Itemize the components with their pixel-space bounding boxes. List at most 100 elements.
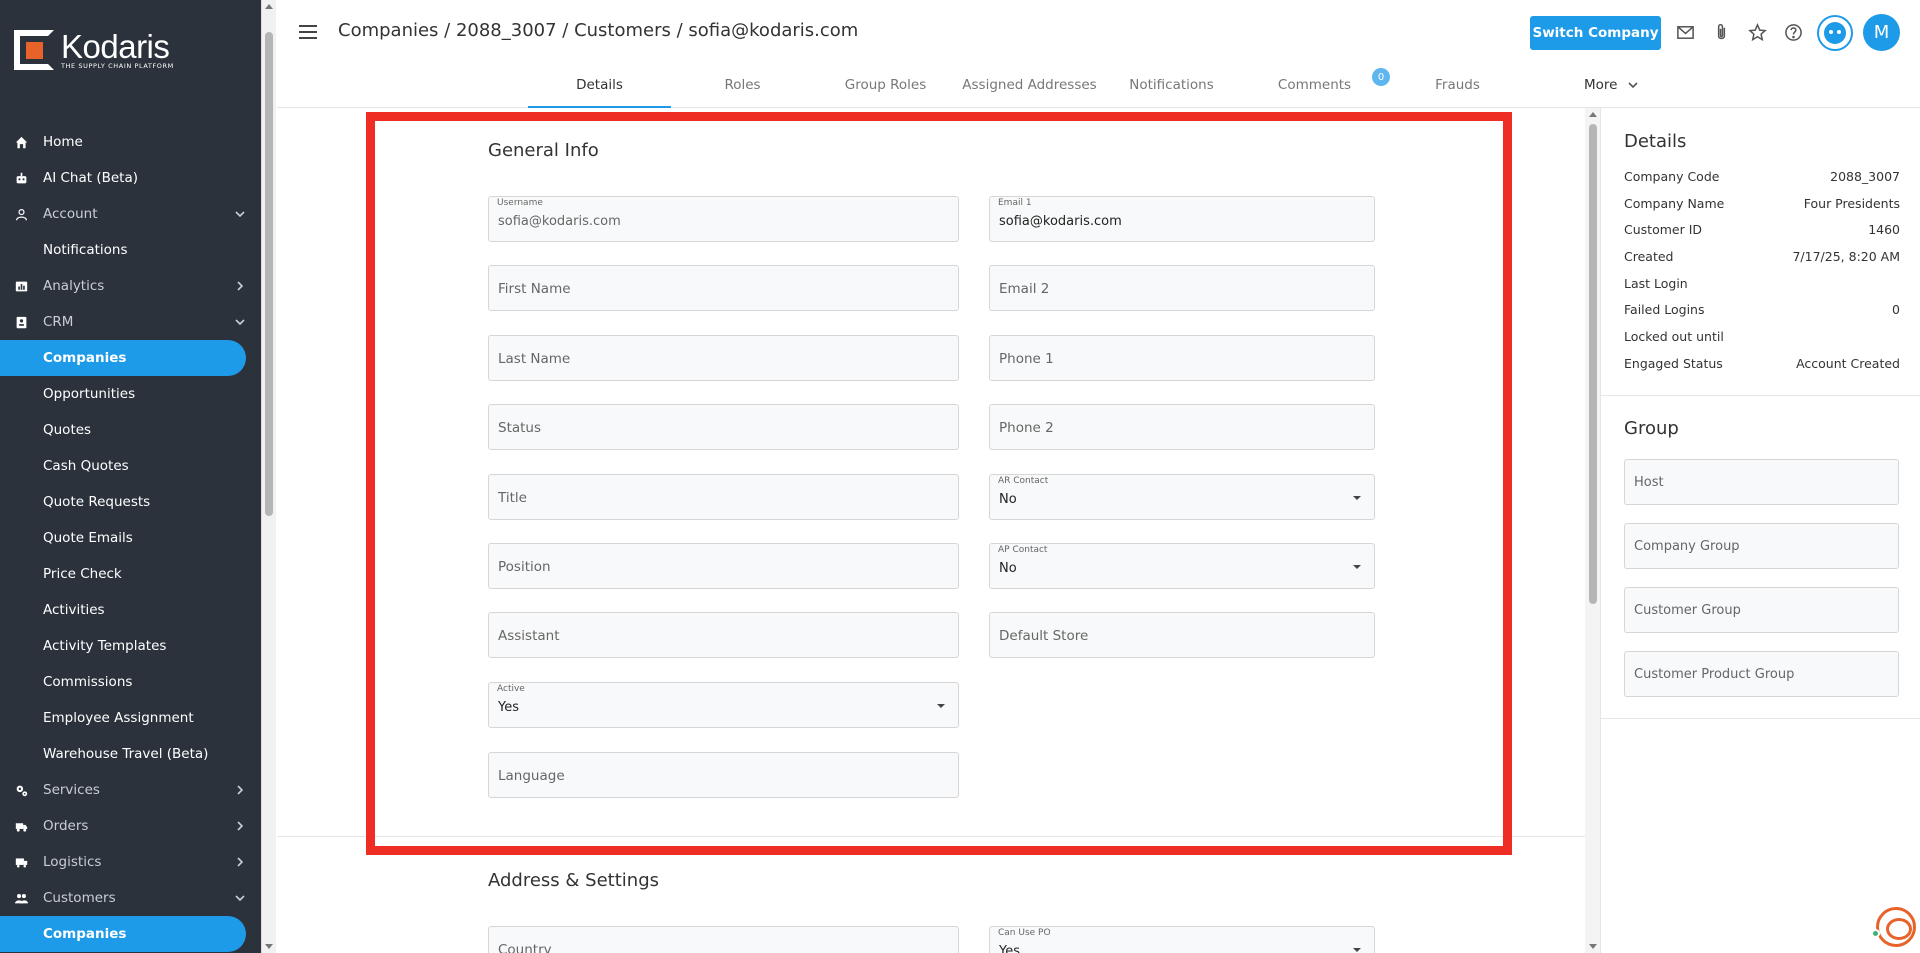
email1-field[interactable]: Email 1 sofia@kodaris.com xyxy=(989,196,1375,242)
tab-group-roles[interactable]: Group Roles xyxy=(814,64,957,108)
can-use-po-select[interactable]: Can Use PO Yes xyxy=(989,926,1375,953)
detail-key: Company Name xyxy=(1624,196,1725,211)
sidebar-item-home[interactable]: Home xyxy=(0,124,250,160)
default-store-field[interactable]: Default Store xyxy=(989,612,1375,658)
sidebar-item-activities[interactable]: Activities xyxy=(0,592,250,628)
sidebar-item-price-check[interactable]: Price Check xyxy=(0,556,250,592)
tab-assigned-addresses[interactable]: Assigned Addresses xyxy=(958,64,1101,108)
scroll-thumb[interactable] xyxy=(265,32,273,516)
can-use-po-label: Can Use PO xyxy=(998,928,1051,938)
username-field[interactable]: Username sofia@kodaris.com xyxy=(488,196,959,242)
sidebar-item-cash-quotes[interactable]: Cash Quotes xyxy=(0,448,250,484)
detail-row: Company Code 2088_3007 xyxy=(1624,169,1900,184)
assistant-field[interactable]: Assistant xyxy=(488,612,959,658)
tab-notifications[interactable]: Notifications xyxy=(1100,64,1243,108)
scroll-down-icon[interactable] xyxy=(1589,944,1597,949)
kodaris-logo[interactable]: Kodaris THE SUPPLY CHAIN PLATFORM xyxy=(14,30,174,70)
sidebar-item-quotes[interactable]: Quotes xyxy=(0,412,250,448)
paperclip-icon[interactable] xyxy=(1710,21,1732,43)
sidebar-item-label: Orders xyxy=(43,818,89,834)
sidebar-item-warehouse-travel[interactable]: Warehouse Travel (Beta) xyxy=(0,736,250,772)
sidebar-item-customers[interactable]: Customers xyxy=(0,880,250,916)
last-name-placeholder: Last Name xyxy=(498,351,571,367)
ap-contact-label: AP Contact xyxy=(998,545,1048,555)
scroll-down-icon[interactable] xyxy=(265,944,273,949)
tab-roles[interactable]: Roles xyxy=(671,64,814,108)
sidebar-item-crm[interactable]: CRM xyxy=(0,304,250,340)
dropdown-arrow-icon xyxy=(1353,565,1361,569)
scroll-up-icon[interactable] xyxy=(265,4,273,9)
scroll-thumb[interactable] xyxy=(1589,124,1597,604)
title-field[interactable]: Title xyxy=(488,474,959,520)
sidebar-item-customer-companies[interactable]: Companies xyxy=(0,916,246,952)
sidebar-item-label: Activity Templates xyxy=(43,638,167,654)
username-value: sofia@kodaris.com xyxy=(498,214,621,229)
tab-frauds[interactable]: Frauds xyxy=(1386,64,1529,108)
logo-mark-icon xyxy=(14,30,54,70)
scroll-up-icon[interactable] xyxy=(1589,112,1597,117)
host-placeholder: Host xyxy=(1634,475,1664,490)
host-field[interactable]: Host xyxy=(1624,459,1899,505)
sidebar-item-employee-assignment[interactable]: Employee Assignment xyxy=(0,700,250,736)
sidebar-item-label: Opportunities xyxy=(43,386,136,402)
sidebar-item-companies[interactable]: Companies xyxy=(0,340,246,376)
last-name-field[interactable]: Last Name xyxy=(488,335,959,381)
sidebar-item-opportunities[interactable]: Opportunities xyxy=(0,376,250,412)
tab-comments[interactable]: Comments xyxy=(1243,64,1386,108)
ai-assistant-button[interactable] xyxy=(1817,15,1853,51)
phone1-field[interactable]: Phone 1 xyxy=(989,335,1375,381)
sidebar-item-notifications[interactable]: Notifications xyxy=(0,232,250,268)
email2-field[interactable]: Email 2 xyxy=(989,265,1375,311)
country-field[interactable]: Country xyxy=(488,926,959,953)
ar-contact-select[interactable]: AR Contact No xyxy=(989,474,1375,520)
sidebar-item-analytics[interactable]: Analytics xyxy=(0,268,250,304)
detail-key: Failed Logins xyxy=(1624,302,1705,317)
chevron-down-icon xyxy=(234,892,246,904)
sidebar-item-services[interactable]: Services xyxy=(0,772,250,808)
sidebar-item-activity-templates[interactable]: Activity Templates xyxy=(0,628,250,664)
customer-product-group-field[interactable]: Customer Product Group xyxy=(1624,651,1899,697)
sidebar-item-quote-requests[interactable]: Quote Requests xyxy=(0,484,250,520)
breadcrumb: Companies / 2088_3007 / Customers / sofi… xyxy=(338,20,859,41)
sidebar-item-label: Home xyxy=(43,134,83,150)
company-group-field[interactable]: Company Group xyxy=(1624,523,1899,569)
sidebar-item-label: AI Chat (Beta) xyxy=(43,170,139,186)
main-scrollbar[interactable] xyxy=(1585,108,1600,953)
menu-icon[interactable] xyxy=(299,25,317,39)
sidebar-item-ai-chat[interactable]: AI Chat (Beta) xyxy=(0,160,250,196)
sidebar-nav: Home AI Chat (Beta) Account Notification… xyxy=(0,124,261,952)
detail-row: Customer ID 1460 xyxy=(1624,222,1900,237)
address-settings-title: Address & Settings xyxy=(488,870,659,891)
active-select[interactable]: Active Yes xyxy=(488,682,959,728)
sidebar-item-orders[interactable]: Orders xyxy=(0,808,250,844)
help-icon[interactable] xyxy=(1782,21,1804,43)
details-sidebar: Details Company Code 2088_3007 Company Na… xyxy=(1600,108,1920,953)
phone2-field[interactable]: Phone 2 xyxy=(989,404,1375,450)
tab-more[interactable]: More xyxy=(1584,77,1639,93)
status-field[interactable]: Status xyxy=(488,404,959,450)
position-field[interactable]: Position xyxy=(488,543,959,589)
switch-company-button[interactable]: Switch Company xyxy=(1530,16,1661,50)
panel-divider xyxy=(1601,718,1920,719)
customer-group-field[interactable]: Customer Group xyxy=(1624,587,1899,633)
first-name-field[interactable]: First Name xyxy=(488,265,959,311)
sidebar-scrollbar[interactable] xyxy=(261,0,276,953)
avatar[interactable]: M xyxy=(1863,14,1900,51)
country-placeholder: Country xyxy=(498,942,552,953)
ar-contact-value: No xyxy=(999,492,1017,507)
ar-contact-label: AR Contact xyxy=(998,476,1049,486)
sidebar-item-commissions[interactable]: Commissions xyxy=(0,664,250,700)
star-icon[interactable] xyxy=(1746,21,1768,43)
sidebar-item-logistics[interactable]: Logistics xyxy=(0,844,250,880)
sidebar-item-quote-emails[interactable]: Quote Emails xyxy=(0,520,250,556)
ap-contact-select[interactable]: AP Contact No xyxy=(989,543,1375,589)
robot-icon xyxy=(1824,22,1846,44)
phone2-placeholder: Phone 2 xyxy=(999,420,1054,436)
sidebar-item-label: Price Check xyxy=(43,566,122,582)
sidebar-item-label: Logistics xyxy=(43,854,102,870)
chat-support-button[interactable] xyxy=(1876,907,1916,947)
language-field[interactable]: Language xyxy=(488,752,959,798)
sidebar-item-account[interactable]: Account xyxy=(0,196,250,232)
mail-icon[interactable] xyxy=(1674,21,1696,43)
tab-details[interactable]: Details xyxy=(528,64,671,108)
